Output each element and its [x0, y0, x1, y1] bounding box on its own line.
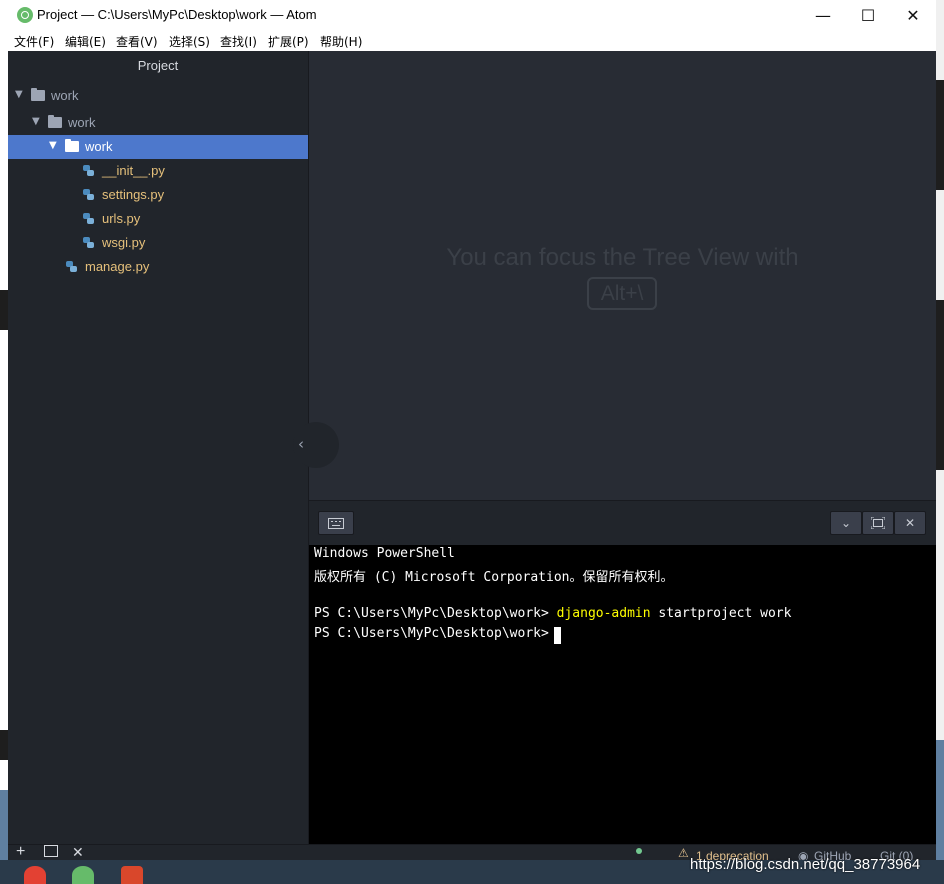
- tree-item-label: __init__.py: [102, 163, 165, 178]
- python-file-icon: [83, 189, 94, 200]
- tree-item-folder[interactable]: ▼ work: [8, 111, 308, 135]
- tree-item-label: wsgi.py: [102, 235, 146, 250]
- desktop-strip: [936, 80, 944, 190]
- close-icon: ✕: [904, 516, 916, 530]
- maximize-button[interactable]: ☐: [845, 0, 891, 31]
- folder-icon: [31, 88, 45, 101]
- minimize-button[interactable]: —: [800, 0, 846, 31]
- menu-edit[interactable]: 编辑(E): [65, 33, 106, 50]
- atom-window: Project — C:\Users\MyPc\Desktop\work — A…: [8, 0, 936, 861]
- menu-file[interactable]: 文件(F): [14, 33, 54, 50]
- terminal-line: PS C:\Users\MyPc\Desktop\work>: [314, 626, 557, 641]
- chevron-down-icon: ⌄: [840, 516, 852, 530]
- terminal-prompt: PS C:\Users\MyPc\Desktop\work>: [314, 606, 557, 621]
- maximize-icon: ☐: [860, 6, 876, 25]
- chevron-down-icon: ▼: [32, 116, 40, 127]
- atom-taskbar-icon[interactable]: [72, 866, 94, 884]
- powerpoint-taskbar-icon[interactable]: [121, 866, 143, 884]
- tree-item-file[interactable]: __init__.py: [8, 159, 308, 183]
- atom-app-icon: [17, 7, 33, 23]
- menu-view[interactable]: 查看(V): [116, 33, 158, 50]
- menu-packages[interactable]: 扩展(P): [268, 33, 309, 50]
- terminal-command-args: startproject work: [650, 606, 792, 621]
- tree-view-toggle-button[interactable]: ‹: [293, 422, 339, 468]
- tree-item-label: work: [68, 115, 96, 130]
- tree-item-label: work: [85, 139, 113, 154]
- chevron-left-icon: ‹: [298, 435, 304, 453]
- terminal-icon[interactable]: [44, 845, 58, 857]
- minimize-icon: —: [815, 6, 831, 25]
- close-icon[interactable]: ✕: [72, 845, 84, 861]
- terminal-line: Windows PowerShell: [314, 546, 455, 561]
- terminal-cursor: [554, 627, 561, 644]
- add-project-icon[interactable]: +: [16, 845, 25, 861]
- editor-pane[interactable]: You can focus the Tree View with Alt+\: [309, 51, 936, 500]
- keyboard-icon: [328, 517, 344, 529]
- chrome-taskbar-icon[interactable]: [24, 866, 46, 884]
- tree-item-label: manage.py: [85, 259, 150, 274]
- terminal-maximize-button[interactable]: [862, 511, 894, 535]
- terminal-line: 版权所有 (C) Microsoft Corporation。保留所有权利。: [314, 570, 674, 585]
- folder-icon: [65, 139, 79, 152]
- terminal-line: PS C:\Users\MyPc\Desktop\work> django-ad…: [314, 606, 791, 621]
- menu-selection[interactable]: 选择(S): [169, 33, 210, 50]
- terminal-hide-button[interactable]: ⌄: [830, 511, 862, 535]
- terminal-command: django-admin: [556, 606, 651, 621]
- title-bar[interactable]: Project — C:\Users\MyPc\Desktop\work — A…: [8, 0, 936, 31]
- tree-item-file[interactable]: settings.py: [8, 183, 308, 207]
- menu-bar: 文件(F) 编辑(E) 查看(V) 选择(S) 查找(I) 扩展(P) 帮助(H…: [8, 31, 936, 51]
- python-file-icon: [83, 165, 94, 176]
- new-terminal-button[interactable]: [318, 511, 354, 535]
- terminal-toolbar: ⌄ ✕: [309, 500, 936, 546]
- desktop-strip: [0, 290, 8, 330]
- folder-icon: [48, 115, 62, 128]
- shortcut-keybinding: Alt+\: [587, 277, 657, 310]
- tree-view-focus-hint: You can focus the Tree View with: [446, 244, 799, 271]
- tree-item-folder-selected[interactable]: ▼ work: [8, 135, 308, 159]
- desktop-strip: [0, 730, 8, 760]
- maximize-icon: [871, 517, 885, 529]
- tree-view[interactable]: Project ▼ work ▼ work ▼ work __init__.py…: [8, 51, 309, 844]
- chevron-down-icon: ▼: [15, 89, 23, 100]
- close-icon: ✕: [906, 6, 920, 25]
- python-file-icon: [83, 237, 94, 248]
- terminal-close-button[interactable]: ✕: [894, 511, 926, 535]
- menu-find[interactable]: 查找(I): [220, 33, 257, 50]
- window-title: Project — C:\Users\MyPc\Desktop\work — A…: [37, 7, 317, 22]
- tree-item-label: settings.py: [102, 187, 165, 202]
- tree-item-label: work: [51, 88, 79, 103]
- tree-item-file[interactable]: manage.py: [8, 255, 308, 279]
- terminal-prompt: PS C:\Users\MyPc\Desktop\work>: [314, 626, 557, 641]
- tree-item-file[interactable]: wsgi.py: [8, 231, 308, 255]
- close-button[interactable]: ✕: [890, 0, 936, 31]
- menu-help[interactable]: 帮助(H): [320, 33, 362, 50]
- csdn-watermark: https://blog.csdn.net/qq_38773964: [690, 856, 921, 873]
- desktop-strip: [936, 300, 944, 470]
- desktop-background-right: [936, 0, 944, 884]
- tree-item-label: urls.py: [102, 211, 141, 226]
- desktop-background-left: [0, 0, 8, 884]
- tree-view-header: Project: [137, 58, 179, 73]
- tree-item-file[interactable]: urls.py: [8, 207, 308, 231]
- warning-icon: ⚠: [678, 846, 689, 860]
- chevron-down-icon: ▼: [49, 140, 57, 151]
- status-indicator-icon: [636, 848, 642, 854]
- terminal-output[interactable]: Windows PowerShell 版权所有 (C) Microsoft Co…: [309, 545, 936, 844]
- tree-item-folder[interactable]: ▼ work: [8, 84, 308, 108]
- python-file-icon: [83, 213, 94, 224]
- python-file-icon: [66, 261, 77, 272]
